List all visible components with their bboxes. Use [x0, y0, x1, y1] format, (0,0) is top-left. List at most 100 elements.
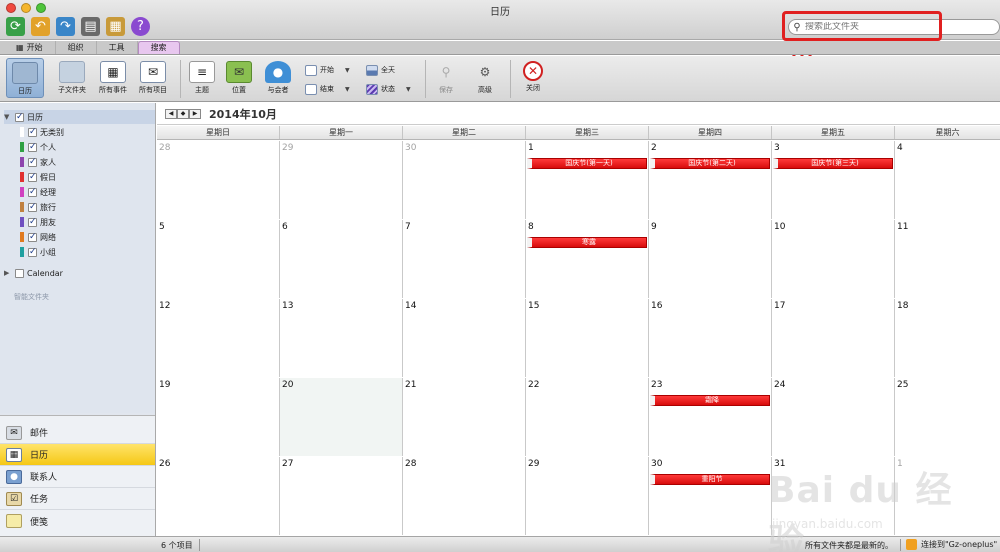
- day-cell[interactable]: 11: [895, 220, 1000, 298]
- day-cell[interactable]: 21: [403, 378, 526, 456]
- undo-icon[interactable]: ↶: [31, 17, 50, 36]
- event-national-day-1[interactable]: 国庆节(第一天): [527, 158, 647, 169]
- day-cell[interactable]: 13: [280, 299, 403, 377]
- notes-icon[interactable]: ▦: [106, 17, 125, 36]
- collapse-triangle-icon[interactable]: ▶: [4, 269, 12, 277]
- day-cell[interactable]: 4: [895, 141, 1000, 219]
- category-item[interactable]: ✓ 旅行: [20, 200, 56, 214]
- day-cell[interactable]: 31: [772, 457, 895, 535]
- day-cell[interactable]: 25: [895, 378, 1000, 456]
- day-cell[interactable]: 28: [157, 141, 280, 219]
- checkbox[interactable]: ✓: [28, 142, 37, 152]
- nav-contacts[interactable]: ● 联系人: [0, 466, 155, 488]
- day-cell[interactable]: 18: [895, 299, 1000, 377]
- day-cell[interactable]: 6: [280, 220, 403, 298]
- category-item[interactable]: ✓ 朋友: [20, 215, 56, 229]
- search-field[interactable]: ⚲: [788, 19, 1000, 35]
- checkbox[interactable]: [15, 268, 24, 278]
- day-cell[interactable]: 22: [526, 378, 649, 456]
- day-cell[interactable]: 30: [403, 141, 526, 219]
- day-cell[interactable]: 29: [526, 457, 649, 535]
- category-item[interactable]: ✓ 小组: [20, 245, 56, 259]
- end-date-button[interactable]: 结束 ▼: [305, 82, 350, 96]
- checkbox[interactable]: ✓: [15, 112, 24, 122]
- day-cell[interactable]: 9: [649, 220, 772, 298]
- checkbox[interactable]: ✓: [28, 247, 37, 257]
- checkbox[interactable]: ✓: [28, 202, 37, 212]
- scope-subfolders-button[interactable]: 子文件夹: [53, 58, 91, 98]
- checkbox[interactable]: ✓: [28, 157, 37, 167]
- day-cell[interactable]: 1 国庆节(第一天): [526, 141, 649, 219]
- search-input[interactable]: [805, 22, 985, 32]
- checkbox[interactable]: ✓: [28, 172, 37, 182]
- checkbox[interactable]: ✓: [28, 127, 37, 137]
- day-cell[interactable]: 12: [157, 299, 280, 377]
- day-cell[interactable]: 27: [280, 457, 403, 535]
- nav-mail[interactable]: ✉ 邮件: [0, 422, 155, 444]
- day-cell[interactable]: 3 国庆节(第三天): [772, 141, 895, 219]
- folder-calendar-root[interactable]: ▼ ✓ 日历: [4, 110, 155, 124]
- prev-month-button[interactable]: ◀: [165, 108, 177, 119]
- close-search-button[interactable]: ✕ 关闭: [514, 58, 552, 98]
- tab-home[interactable]: ▦ 开始: [4, 41, 56, 54]
- day-cell[interactable]: 10: [772, 220, 895, 298]
- day-cell[interactable]: 20: [280, 378, 403, 456]
- day-cell[interactable]: 2 国庆节(第二天): [649, 141, 772, 219]
- event-national-day-3[interactable]: 国庆节(第三天): [773, 158, 893, 169]
- redo-icon[interactable]: ↷: [56, 17, 75, 36]
- scope-all-items-button[interactable]: ✉ 所有项目: [134, 58, 172, 98]
- day-cell[interactable]: 24: [772, 378, 895, 456]
- day-cell[interactable]: 8 寒露: [526, 220, 649, 298]
- event-cold-dew[interactable]: 寒露: [527, 237, 647, 248]
- day-cell[interactable]: 19: [157, 378, 280, 456]
- day-cell[interactable]: 1: [895, 457, 1000, 535]
- day-cell[interactable]: 17: [772, 299, 895, 377]
- day-cell[interactable]: 29: [280, 141, 403, 219]
- print-icon[interactable]: ▤: [81, 17, 100, 36]
- day-cell[interactable]: 26: [157, 457, 280, 535]
- start-date-button[interactable]: 开始 ▼: [305, 63, 350, 77]
- tab-search[interactable]: 搜索: [137, 41, 180, 54]
- advanced-search-button[interactable]: ⚙ 高级: [466, 58, 504, 98]
- category-item[interactable]: ✓ 无类别: [20, 125, 64, 139]
- day-cell[interactable]: 23 霜降: [649, 378, 772, 456]
- day-cell[interactable]: 14: [403, 299, 526, 377]
- category-item[interactable]: ✓ 网络: [20, 230, 56, 244]
- category-item[interactable]: ✓ 经理: [20, 185, 56, 199]
- category-item[interactable]: ✓ 假日: [20, 170, 56, 184]
- day-number: 5: [159, 222, 165, 232]
- attendees-button[interactable]: ● 与会者: [259, 58, 297, 98]
- category-item[interactable]: ✓ 家人: [20, 155, 56, 169]
- expand-triangle-icon[interactable]: ▼: [4, 113, 12, 121]
- event-frost-descent[interactable]: 霜降: [650, 395, 770, 406]
- day-cell[interactable]: 5: [157, 220, 280, 298]
- nav-calendar[interactable]: ▦ 日历: [0, 444, 155, 466]
- day-cell[interactable]: 28: [403, 457, 526, 535]
- scope-calendar-button[interactable]: 日历: [6, 58, 44, 98]
- event-national-day-2[interactable]: 国庆节(第二天): [650, 158, 770, 169]
- save-search-button[interactable]: ⚲ 保存: [427, 58, 465, 98]
- day-cell[interactable]: 7: [403, 220, 526, 298]
- folder-calendar-account[interactable]: ▶ Calendar: [4, 266, 63, 280]
- all-day-button[interactable]: 全天: [366, 63, 395, 77]
- category-item[interactable]: ✓ 个人: [20, 140, 56, 154]
- day-cell[interactable]: 15: [526, 299, 649, 377]
- checkbox[interactable]: ✓: [28, 187, 37, 197]
- checkbox[interactable]: ✓: [28, 232, 37, 242]
- tab-tools[interactable]: 工具: [97, 41, 138, 54]
- subject-button[interactable]: ≡ 主题: [183, 58, 221, 98]
- day-cell[interactable]: 30 重阳节: [649, 457, 772, 535]
- checkbox[interactable]: ✓: [28, 217, 37, 227]
- scope-all-events-button[interactable]: ▦ 所有事件: [94, 58, 132, 98]
- sync-icon[interactable]: ⟳: [6, 17, 25, 36]
- next-month-button[interactable]: ▶: [189, 108, 201, 119]
- location-button[interactable]: ✉ 位置: [220, 58, 258, 98]
- today-button[interactable]: ◆: [177, 108, 189, 119]
- nav-notes[interactable]: 便笺: [0, 510, 155, 532]
- day-cell[interactable]: 16: [649, 299, 772, 377]
- nav-tasks[interactable]: ☑ 任务: [0, 488, 155, 510]
- help-icon[interactable]: ?: [131, 17, 150, 36]
- status-filter-button[interactable]: 状态 ▼: [366, 82, 411, 96]
- tab-organize[interactable]: 组织: [56, 41, 97, 54]
- event-double-ninth[interactable]: 重阳节: [650, 474, 770, 485]
